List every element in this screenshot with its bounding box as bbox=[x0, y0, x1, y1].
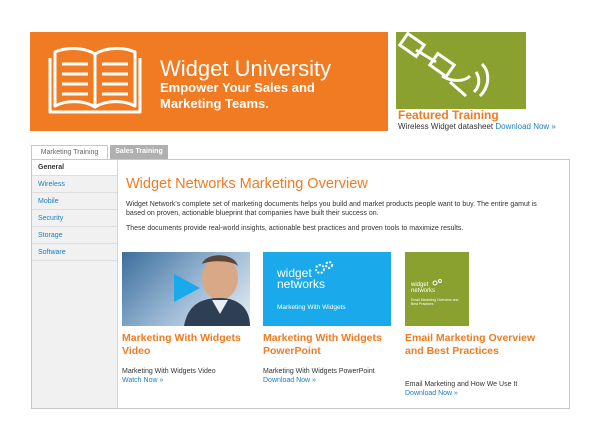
thumb-logo-line2: networks bbox=[277, 277, 326, 291]
sidebar-item-storage[interactable]: Storage bbox=[32, 228, 117, 244]
page-title: Widget Networks Marketing Overview bbox=[126, 176, 368, 192]
sidebar-item-wireless[interactable]: Wireless bbox=[32, 177, 117, 193]
card-text-email: Email Marketing and How We Use It bbox=[405, 381, 518, 388]
tab-sales-training[interactable]: Sales Training bbox=[110, 145, 168, 159]
book-icon bbox=[48, 47, 142, 114]
card-title-powerpoint[interactable]: Marketing With Widgets PowerPoint bbox=[263, 332, 403, 358]
card-title-email[interactable]: Email Marketing Overview and Best Practi… bbox=[405, 332, 545, 358]
video-thumbnail[interactable] bbox=[122, 252, 250, 326]
banner-title: Widget University bbox=[160, 56, 332, 81]
intro-paragraph-2: These documents provide real-world insig… bbox=[126, 225, 464, 232]
intro-paragraph: Widget Network's complete set of marketi… bbox=[126, 201, 537, 217]
email-thumbnail[interactable]: widget networks Email Marketing Overview… bbox=[405, 252, 469, 326]
thumb-caption-email: Email Marketing Overview and Best Practi… bbox=[411, 298, 459, 306]
watch-now-link[interactable]: Watch Now » bbox=[122, 377, 163, 384]
tab-marketing-training[interactable]: Marketing Training bbox=[31, 145, 108, 160]
featured-text: Wireless Widget datasheet bbox=[398, 122, 494, 131]
sidebar-item-general[interactable]: General bbox=[32, 160, 117, 176]
sidebar: General Wireless Mobile Security Storage… bbox=[32, 160, 118, 408]
thumb-logo-email-line2: networks bbox=[411, 288, 436, 294]
sidebar-item-mobile[interactable]: Mobile bbox=[32, 194, 117, 210]
email-download-link[interactable]: Download Now » bbox=[405, 390, 458, 397]
sidebar-item-security[interactable]: Security bbox=[32, 211, 117, 227]
featured-line: Wireless Widget datasheet Download Now » bbox=[398, 122, 556, 131]
sidebar-item-software[interactable]: Software bbox=[32, 245, 117, 261]
banner-subtitle: Empower Your Sales and Marketing Teams. bbox=[160, 80, 315, 111]
powerpoint-thumbnail[interactable]: widget networks Marketing With Widgets bbox=[263, 252, 391, 326]
card-text-video: Marketing With Widgets Video bbox=[122, 368, 216, 375]
card-text-powerpoint: Marketing With Widgets PowerPoint bbox=[263, 368, 375, 375]
featured-image[interactable] bbox=[396, 32, 526, 109]
powerpoint-download-link[interactable]: Download Now » bbox=[263, 377, 316, 384]
play-icon[interactable] bbox=[172, 272, 202, 304]
featured-heading: Featured Training bbox=[398, 108, 499, 122]
featured-download-link[interactable]: Download Now » bbox=[495, 122, 555, 131]
gear-icon bbox=[315, 261, 333, 274]
gear-icon bbox=[432, 279, 442, 286]
card-title-video[interactable]: Marketing With Widgets Video bbox=[122, 332, 262, 358]
satellite-icon bbox=[397, 32, 490, 98]
thumb-caption: Marketing With Widgets bbox=[277, 304, 346, 311]
